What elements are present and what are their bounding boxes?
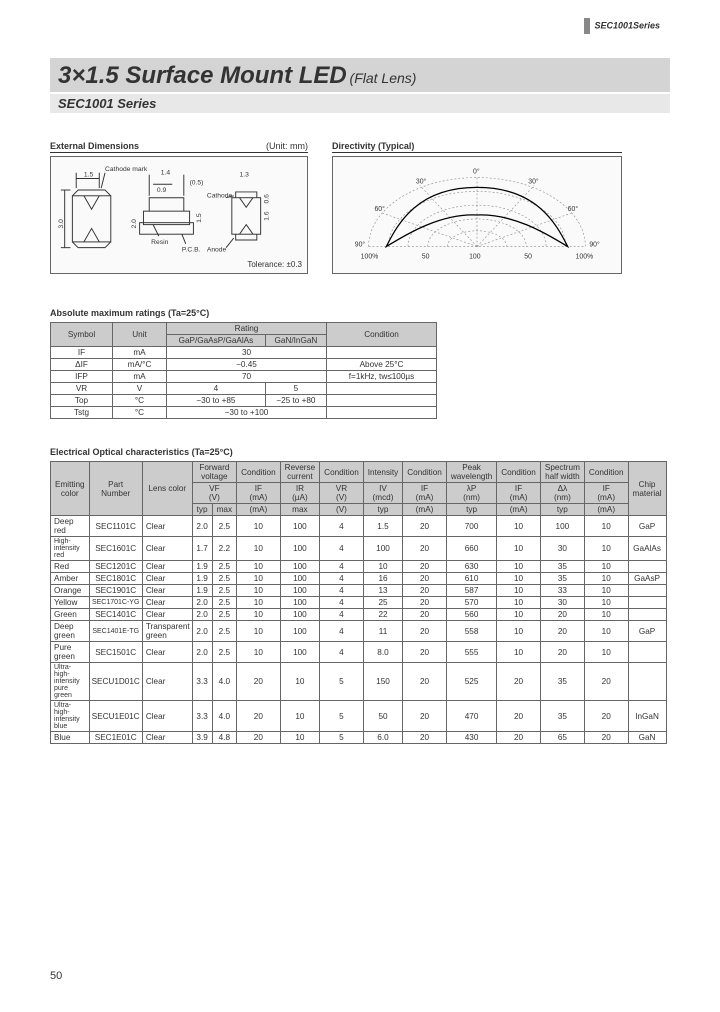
dim-1.4: 1.4: [161, 170, 171, 177]
dim-0.6: 0.6: [263, 194, 270, 204]
eh-cond1: Condition: [237, 462, 281, 483]
table-row: High-intensity redSEC1601CClear1.72.2101…: [51, 537, 667, 561]
anode-label: Anode: [207, 247, 227, 254]
ang-30r: 30°: [528, 177, 539, 185]
ang-60r: 60°: [568, 205, 579, 213]
cathode-mark-label: Cathode mark: [105, 166, 148, 173]
ang-0: 0°: [473, 168, 480, 176]
table-row: Deep redSEC1101CClear2.02.51010041.52070…: [51, 516, 667, 537]
dim-1.6: 1.6: [263, 211, 270, 221]
table-row: Ultra-high-intensity pure greenSECU1D01C…: [51, 663, 667, 701]
directivity-block: Directivity (Typical) 0°: [332, 141, 622, 274]
abs-h-condition: Condition: [327, 323, 437, 347]
abs-h-unit: Unit: [113, 323, 167, 347]
abs-h-gap: GaP/GaAsP/GaAlAs: [167, 335, 266, 347]
subtitle-box: SEC1001 Series: [50, 94, 670, 113]
abs-h-symbol: Symbol: [51, 323, 113, 347]
table-row: Tstg°C−30 to +100: [51, 407, 437, 419]
pct-100t: 100: [469, 253, 481, 260]
ang-90r: 90°: [589, 241, 600, 249]
eh-rev: Reverse current: [280, 462, 320, 483]
table-row: IFPmA70f=1kHz, tw≤100µs: [51, 371, 437, 383]
table-row: YellowSEC1701C-YGClear2.02.5101004252057…: [51, 597, 667, 609]
tolerance-label: Tolerance: ±0.3: [50, 260, 308, 269]
elec-characteristics-table: Emitting color Part Number Lens color Fo…: [50, 461, 667, 744]
dim-0.5: (0.5): [190, 179, 204, 186]
table-row: BlueSEC1E01CClear3.94.8201056.0204302065…: [51, 732, 667, 744]
ext-dim-title: External Dimensions: [50, 141, 139, 151]
dim-1.3: 1.3: [240, 172, 250, 179]
series-subtitle: SEC1001 Series: [58, 96, 156, 111]
table-row: RedSEC1201CClear1.92.5101004102063010351…: [51, 561, 667, 573]
page-content: 3×1.5 Surface Mount LED (Flat Lens) SEC1…: [0, 0, 720, 744]
table-row: IFmA30: [51, 347, 437, 359]
eh-cond4: Condition: [497, 462, 541, 483]
table-row: VRV45: [51, 383, 437, 395]
table-row: OrangeSEC1901CClear1.92.5101004132058710…: [51, 585, 667, 597]
abs-ratings-table: Symbol Unit Rating Condition GaP/GaAsP/G…: [50, 322, 437, 419]
cathode-label: Cathode: [207, 193, 233, 200]
dim-2.0: 2.0: [131, 219, 138, 229]
table-row: Ultra-high-intensity blueSECU1E01CClear3…: [51, 701, 667, 732]
table-row: Pure greenSEC1501CClear2.02.51010048.020…: [51, 642, 667, 663]
eh-lens: Lens color: [142, 462, 192, 516]
table-row: Top°C−30 to +85−25 to +80: [51, 395, 437, 407]
ang-90l: 90°: [355, 241, 366, 249]
eh-int: Intensity: [363, 462, 403, 483]
dim-1.5b: 1.5: [196, 213, 203, 223]
directivity-title: Directivity (Typical): [332, 141, 414, 151]
abs-h-gan: GaN/InGaN: [265, 335, 326, 347]
page-title-main: 3×1.5 Surface Mount LED: [58, 62, 347, 89]
page-number: 50: [50, 970, 62, 982]
eh-chip: Chip material: [628, 462, 666, 516]
table-row: ΔIFmA/°C−0.45Above 25°C: [51, 359, 437, 371]
table-row: Deep greenSEC1401E-TGTransparent green2.…: [51, 621, 667, 642]
pct-50l: 50: [422, 253, 430, 260]
eh-cond5: Condition: [584, 462, 628, 483]
abs-h-rating: Rating: [167, 323, 327, 335]
ang-60l: 60°: [374, 205, 385, 213]
eh-emit: Emitting color: [51, 462, 90, 516]
eh-cond2: Condition: [320, 462, 364, 483]
header-series-tag: SEC1001Series: [584, 18, 660, 34]
ang-30l: 30°: [416, 177, 427, 185]
pct-100r: 100%: [576, 253, 594, 260]
external-dimensions-block: External Dimensions (Unit: mm) 1.5 3.0 C…: [50, 141, 308, 274]
dim-0.9: 0.9: [157, 187, 167, 194]
eh-peak: Peak wavelength: [446, 462, 496, 483]
table-row: GreenSEC1401CClear2.02.51010042220560102…: [51, 609, 667, 621]
pct-50r: 50: [524, 253, 532, 260]
eh-part: Part Number: [89, 462, 142, 516]
abs-ratings-title: Absolute maximum ratings (Ta=25°C): [50, 308, 670, 318]
resin-label: Resin: [151, 239, 168, 246]
table-row: AmberSEC1801CClear1.92.51010041620610103…: [51, 573, 667, 585]
eh-cond3: Condition: [403, 462, 447, 483]
ext-dim-diagram: 1.5 3.0 Cathode mark Resin P.C.B. 1.4: [50, 156, 308, 274]
page-title-sub: (Flat Lens): [350, 70, 417, 86]
eh-spectrum: Spectrum half width: [540, 462, 584, 483]
pct-100l: 100%: [361, 253, 379, 260]
dim-1.5: 1.5: [84, 172, 94, 179]
eh-fv: Forward voltage: [192, 462, 236, 483]
dim-3.0: 3.0: [58, 219, 65, 229]
pcb-label: P.C.B.: [182, 247, 201, 254]
ext-dim-unit: (Unit: mm): [266, 141, 308, 151]
elec-title: Electrical Optical characteristics (Ta=2…: [50, 447, 670, 457]
title-box: 3×1.5 Surface Mount LED (Flat Lens): [50, 58, 670, 92]
directivity-diagram: 0° 30° 30° 60° 60° 90° 90° 100% 50 100 5…: [332, 156, 622, 274]
diagrams-row: External Dimensions (Unit: mm) 1.5 3.0 C…: [50, 141, 670, 274]
